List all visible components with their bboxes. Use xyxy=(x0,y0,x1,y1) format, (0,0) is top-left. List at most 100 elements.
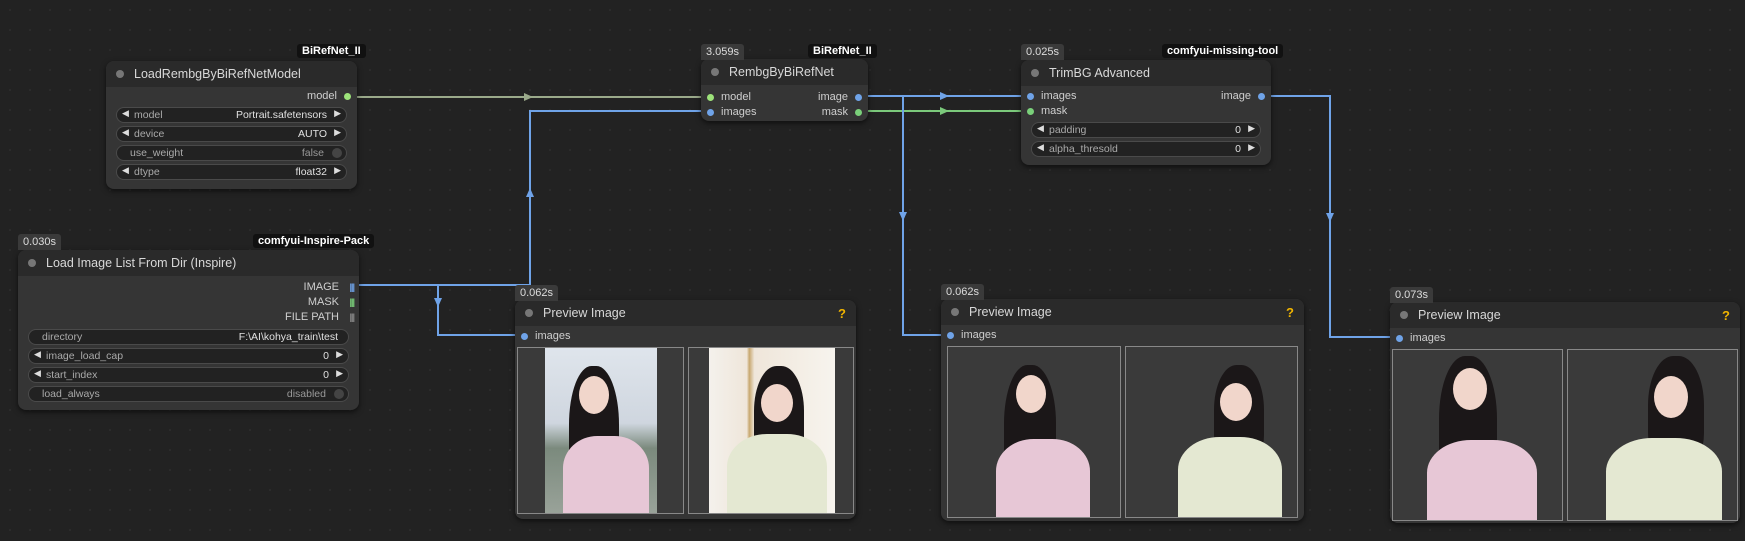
input-port-images[interactable] xyxy=(707,109,714,116)
input-port-images[interactable] xyxy=(947,332,954,339)
right-arrow-icon[interactable]: ▶ xyxy=(336,349,343,360)
right-arrow-icon[interactable]: ▶ xyxy=(1248,123,1255,134)
collapse-dot-icon[interactable] xyxy=(28,259,36,267)
output-port-mask[interactable] xyxy=(855,109,862,116)
input-label: images xyxy=(721,106,757,118)
node-title-bar[interactable]: Load Image List From Dir (Inspire) xyxy=(18,250,359,276)
output-label: mask xyxy=(821,106,848,118)
widget-device[interactable]: ◀ device AUTO ▶ xyxy=(116,126,347,142)
output-label: image xyxy=(1221,90,1251,102)
input-port-images[interactable] xyxy=(1396,335,1403,342)
widget-label: use_weight xyxy=(130,147,184,159)
widget-label: image_load_cap xyxy=(46,350,124,362)
widget-label: padding xyxy=(1049,124,1087,136)
collapse-dot-icon[interactable] xyxy=(1031,69,1039,77)
input-port-model[interactable] xyxy=(707,94,714,101)
preview-thumbnail[interactable] xyxy=(947,346,1121,518)
widget-value: false xyxy=(301,147,324,159)
right-arrow-icon[interactable]: ▶ xyxy=(1248,142,1255,153)
input-port-images[interactable] xyxy=(1027,93,1034,100)
preview-thumbnail[interactable] xyxy=(1392,349,1563,521)
trimmed-photo xyxy=(1586,350,1726,520)
input-label: images xyxy=(1041,90,1077,102)
collapse-dot-icon[interactable] xyxy=(951,308,959,316)
node-title-bar[interactable]: RembgByBiRefNet xyxy=(701,59,868,85)
node-title-bar[interactable]: TrimBG Advanced xyxy=(1021,60,1271,86)
collapse-dot-icon[interactable] xyxy=(1400,311,1408,319)
output-port-model[interactable] xyxy=(344,93,351,100)
preview-thumbnail[interactable] xyxy=(1567,349,1738,521)
toggle-knob-icon[interactable] xyxy=(334,389,344,399)
left-arrow-icon[interactable]: ◀ xyxy=(1037,142,1044,153)
widget-label: alpha_thresold xyxy=(1049,143,1118,155)
list-output-icon[interactable]: ||| xyxy=(349,297,354,307)
node-preview-image-1[interactable]: Preview Image ? images xyxy=(515,300,856,519)
left-arrow-icon[interactable]: ◀ xyxy=(122,165,129,176)
widget-value: disabled xyxy=(286,388,326,400)
node-title: TrimBG Advanced xyxy=(1049,66,1150,80)
node-preview-image-2[interactable]: Preview Image ? images xyxy=(941,299,1304,521)
preview-gallery xyxy=(515,347,856,514)
right-arrow-icon[interactable]: ▶ xyxy=(334,127,341,138)
widget-value: 0 xyxy=(323,369,329,381)
output-row-mask: MASK ||| xyxy=(18,295,359,310)
collapse-dot-icon[interactable] xyxy=(711,68,719,76)
node-trimbg-advanced[interactable]: TrimBG Advanced images image mask ◀ padd… xyxy=(1021,60,1271,165)
help-icon[interactable]: ? xyxy=(1722,308,1730,323)
widget-alpha-thresold[interactable]: ◀ alpha_thresold 0 ▶ xyxy=(1031,141,1261,157)
right-arrow-icon[interactable]: ▶ xyxy=(334,108,341,119)
node-load-rembg-model[interactable]: LoadRembgByBiRefNetModel model ◀ model P… xyxy=(106,61,357,189)
wire-model-arrow xyxy=(524,93,533,101)
widget-dtype[interactable]: ◀ dtype float32 ▶ xyxy=(116,164,347,180)
preview-thumbnail[interactable] xyxy=(687,347,854,514)
collapse-dot-icon[interactable] xyxy=(116,70,124,78)
node-title-bar[interactable]: LoadRembgByBiRefNetModel xyxy=(106,61,357,87)
output-port-image[interactable] xyxy=(1258,93,1265,100)
input-port-mask[interactable] xyxy=(1027,108,1034,115)
left-arrow-icon[interactable]: ◀ xyxy=(122,108,129,119)
widget-value: AUTO xyxy=(298,128,327,140)
node-preview-image-3[interactable]: Preview Image ? images xyxy=(1390,302,1740,523)
left-arrow-icon[interactable]: ◀ xyxy=(1037,123,1044,134)
exec-timer: 0.030s xyxy=(18,234,62,250)
preview-gallery xyxy=(941,346,1304,518)
left-arrow-icon[interactable]: ◀ xyxy=(122,127,129,138)
widget-label: directory xyxy=(42,331,83,343)
widget-directory[interactable]: directory F:\AI\kohya_train\test xyxy=(28,329,349,345)
wire-arrow-up xyxy=(526,188,534,197)
portrait-photo xyxy=(708,348,835,513)
output-port-image[interactable] xyxy=(855,94,862,101)
list-output-icon[interactable]: ||| xyxy=(349,312,354,322)
trimmed-photo xyxy=(1411,350,1547,520)
toggle-use-weight[interactable]: use_weight false xyxy=(116,145,347,161)
list-output-icon[interactable]: ||| xyxy=(349,282,354,292)
node-title-bar[interactable]: Preview Image ? xyxy=(1390,302,1740,328)
left-arrow-icon[interactable]: ◀ xyxy=(34,368,41,379)
help-icon[interactable]: ? xyxy=(838,306,846,321)
right-arrow-icon[interactable]: ▶ xyxy=(334,165,341,176)
widget-label: dtype xyxy=(134,166,160,178)
node-badge: BiRefNet_II xyxy=(297,44,366,58)
output-label: model xyxy=(307,90,337,102)
widget-value: 0 xyxy=(1235,143,1241,155)
left-arrow-icon[interactable]: ◀ xyxy=(34,349,41,360)
widget-image-load-cap[interactable]: ◀ image_load_cap 0 ▶ xyxy=(28,348,349,364)
toggle-load-always[interactable]: load_always disabled xyxy=(28,386,349,402)
node-rembg-birefnet[interactable]: RembgByBiRefNet model image images mask xyxy=(701,59,868,121)
input-port-images[interactable] xyxy=(521,333,528,340)
help-icon[interactable]: ? xyxy=(1286,305,1294,320)
widget-start-index[interactable]: ◀ start_index 0 ▶ xyxy=(28,367,349,383)
node-title-bar[interactable]: Preview Image ? xyxy=(941,299,1304,325)
node-load-image-list[interactable]: Load Image List From Dir (Inspire) IMAGE… xyxy=(18,250,359,410)
node-title-bar[interactable]: Preview Image ? xyxy=(515,300,856,326)
collapse-dot-icon[interactable] xyxy=(525,309,533,317)
right-arrow-icon[interactable]: ▶ xyxy=(336,368,343,379)
io-row-1: images image xyxy=(1021,89,1271,104)
widget-label: start_index xyxy=(46,369,98,381)
widget-model[interactable]: ◀ model Portrait.safetensors ▶ xyxy=(116,107,347,123)
widget-padding[interactable]: ◀ padding 0 ▶ xyxy=(1031,122,1261,138)
toggle-knob-icon[interactable] xyxy=(332,148,342,158)
preview-thumbnail[interactable] xyxy=(517,347,684,514)
exec-timer: 0.025s xyxy=(1021,44,1065,60)
preview-thumbnail[interactable] xyxy=(1124,346,1298,518)
